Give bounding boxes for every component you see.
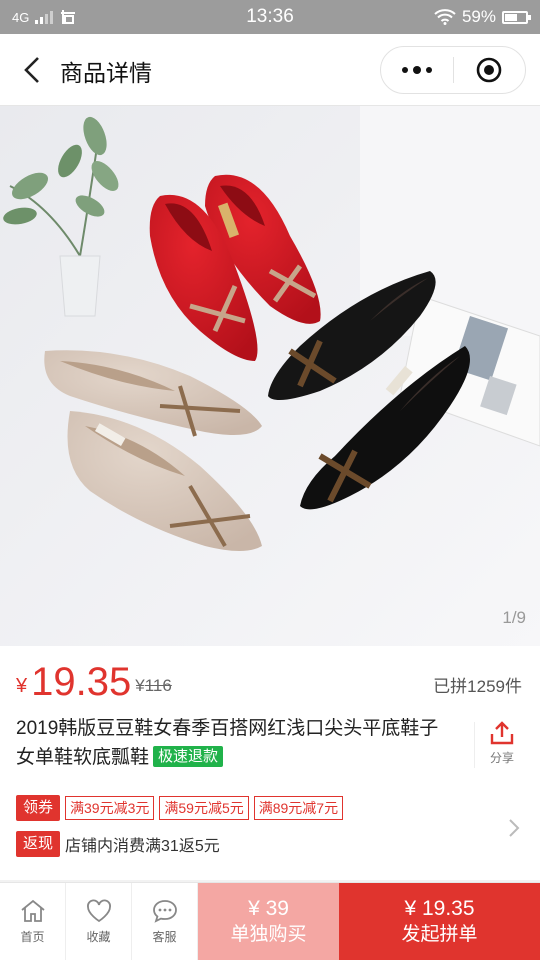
battery-fill	[505, 13, 517, 21]
more-dot-icon	[412, 66, 421, 74]
target-icon	[476, 57, 502, 83]
bottom-action-bar: 首页 收藏 客服 ¥ 39 单独购买 ¥ 19.35 发起拼单	[0, 882, 540, 960]
page-title: 商品详情	[60, 60, 152, 86]
product-title-block: 2019韩版豆豆鞋女春季百搭网红浅口尖头平底鞋子女单鞋软底瓢鞋 极速退款	[16, 714, 456, 772]
buy-alone-button[interactable]: ¥ 39 单独购买	[198, 883, 339, 960]
share-label: 分享	[489, 751, 514, 765]
more-dot-icon	[425, 67, 432, 73]
tab-favorite[interactable]: 收藏	[66, 883, 132, 960]
group-buy-label: 发起拼单	[401, 923, 478, 945]
more-button[interactable]	[381, 46, 453, 94]
coupon[interactable]: 满39元减3元	[65, 796, 155, 820]
chat-icon	[152, 900, 177, 923]
chevron-right-icon	[509, 819, 520, 837]
tab-customer-service[interactable]: 客服	[132, 883, 198, 960]
share-button[interactable]: 分享	[482, 720, 522, 766]
rebate-line: 返现 店铺内消费满31返5元	[16, 830, 526, 858]
product-title: 2019韩版豆豆鞋女春季百搭网红浅口尖头平底鞋子女单鞋软底瓢鞋	[16, 718, 439, 768]
rebate-text: 店铺内消费满31返5元	[65, 838, 220, 855]
original-price-currency: ¥	[135, 676, 145, 695]
original-price: 116	[144, 676, 172, 695]
more-dot-icon	[401, 67, 408, 73]
sold-count: 已拼1259件	[433, 677, 522, 696]
product-photo	[0, 106, 540, 646]
coupon[interactable]: 满89元减7元	[253, 796, 344, 820]
tab-home-label: 首页	[20, 930, 45, 944]
share-icon	[490, 721, 514, 745]
price-row: ¥ 19.35 ¥ 116	[16, 660, 172, 704]
status-bar: 4G 13:36 59%	[0, 0, 540, 34]
fast-refund-badge: 极速退款	[153, 746, 224, 767]
tab-home[interactable]: 首页	[0, 883, 66, 960]
group-price: 19.35	[31, 660, 132, 704]
product-info: ¥ 19.35 ¥ 116 已拼1259件 2019韩版豆豆鞋女春季百搭网红浅口…	[0, 646, 540, 880]
coupon-tag: 领券	[16, 795, 61, 821]
product-image-gallery[interactable]: 1/9	[0, 106, 540, 646]
status-right: 59%	[434, 0, 531, 34]
back-button[interactable]	[14, 50, 50, 90]
buy-alone-price: ¥ 39	[248, 896, 289, 920]
promotions-row[interactable]: 领券 满39元减3元 满59元减5元 满89元减7元 返现 店铺内消费满31返5…	[16, 794, 526, 872]
tab-favorite-label: 收藏	[86, 930, 111, 944]
wifi-icon	[434, 9, 456, 25]
price-currency: ¥	[16, 675, 28, 697]
home-icon	[20, 899, 45, 922]
battery-icon	[502, 10, 531, 24]
nav-bar: 商品详情	[0, 34, 540, 106]
coupon-line: 领券 满39元减3元 满59元减5元 满89元减7元	[16, 794, 526, 822]
back-arrow-icon	[24, 57, 39, 83]
coupon[interactable]: 满59元减5元	[159, 796, 249, 820]
close-mini-program-button[interactable]	[454, 46, 526, 94]
buy-alone-label: 单独购买	[230, 923, 307, 945]
battery-percent: 59%	[461, 7, 496, 26]
start-group-buy-button[interactable]: ¥ 19.35 发起拼单	[339, 883, 540, 960]
heart-icon	[86, 899, 111, 923]
image-counter: 1/9	[502, 608, 526, 627]
tab-customer-service-label: 客服	[152, 930, 177, 944]
mini-program-capsule	[380, 46, 526, 94]
rebate-tag: 返现	[16, 831, 61, 857]
share-divider	[474, 722, 475, 768]
group-buy-price: ¥ 19.35	[404, 896, 475, 920]
